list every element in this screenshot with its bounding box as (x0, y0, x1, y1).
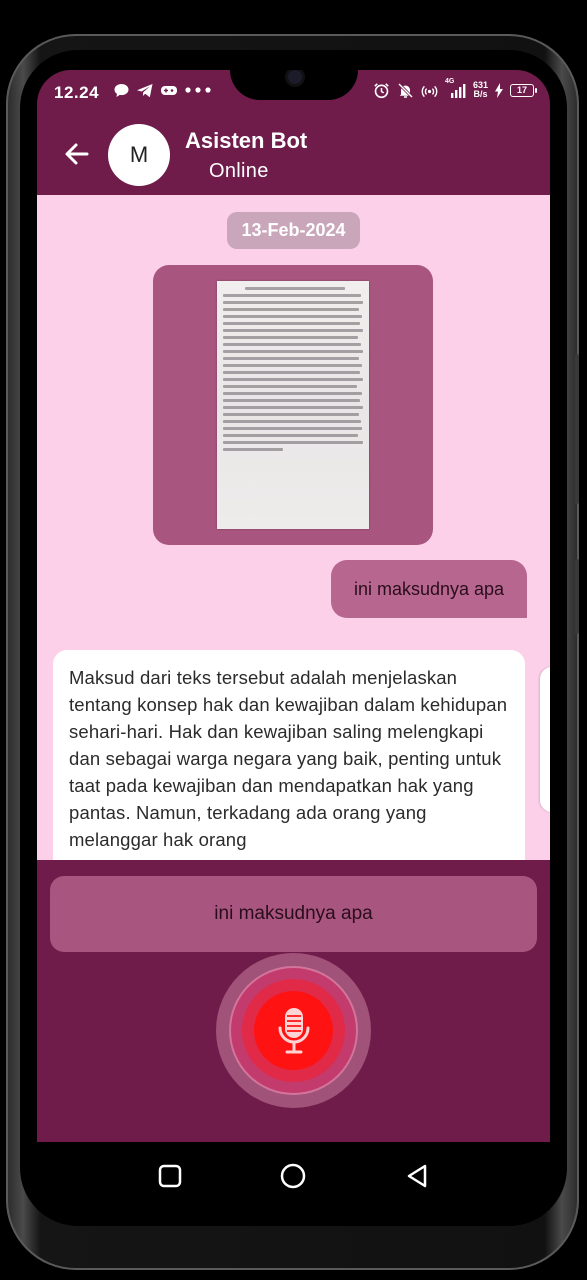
bot-status: Online (209, 160, 269, 182)
battery-indicator: 17 (510, 83, 537, 97)
chat-bubble-icon (112, 81, 130, 99)
gamepad-icon (160, 81, 178, 99)
microphone-icon (278, 1007, 309, 1053)
back-button[interactable] (61, 138, 93, 170)
back-nav-button[interactable] (401, 1160, 433, 1192)
mute-bell-icon (397, 81, 415, 99)
alarm-icon (373, 81, 391, 99)
telegram-icon (136, 81, 154, 99)
transcript-display[interactable]: ini maksudnya apa (50, 876, 537, 952)
bot-reply-text: Maksud dari teks tersebut adalah menjela… (69, 667, 508, 850)
date-separator: 13-Feb-2024 (227, 212, 360, 249)
recent-apps-button[interactable] (154, 1160, 186, 1192)
network-type: 4G (444, 78, 455, 85)
system-nav-bar (37, 1142, 550, 1210)
chat-header: M Asisten Bot Online (37, 116, 550, 195)
chat-area[interactable]: 13-Feb-2024 ini maksudnya apa Maksud dar… (37, 195, 550, 860)
voice-input-panel: ini maksudnya apa (37, 860, 550, 1142)
status-bar: 12.24 4G 631 B/s 17 (37, 70, 550, 116)
power-button (575, 559, 579, 634)
square-icon (158, 1164, 182, 1188)
camera-notch (230, 70, 358, 100)
signal-4g-icon: 4G (444, 78, 467, 99)
net-speed-unit: B/s (473, 89, 488, 99)
microphone-button[interactable] (254, 991, 333, 1070)
circle-icon (280, 1163, 306, 1189)
bot-name: Asisten Bot (185, 128, 308, 153)
avatar[interactable]: M (108, 124, 170, 186)
sent-message[interactable]: ini maksudnya apa (331, 560, 527, 618)
bot-reply-message[interactable]: Maksud dari teks tersebut adalah menjela… (53, 650, 525, 860)
photo-thumbnail[interactable] (217, 281, 369, 529)
hotspot-icon (421, 81, 439, 99)
scroll-edge-card (540, 667, 550, 812)
triangle-back-icon (407, 1164, 427, 1188)
notification-icons (112, 81, 212, 99)
more-dots-icon (184, 81, 212, 99)
home-button[interactable] (277, 1160, 309, 1192)
volume-button (575, 354, 579, 504)
back-arrow-icon (65, 143, 89, 165)
charging-icon (494, 81, 504, 99)
image-message[interactable] (153, 265, 433, 545)
net-speed: 631 B/s (473, 81, 488, 99)
front-camera (288, 70, 302, 84)
system-icons: 4G 631 B/s 17 (373, 78, 537, 99)
screen: 12.24 4G 631 B/s 17 M Asisten Bot Online… (37, 70, 550, 1210)
status-time: 12.24 (54, 83, 100, 102)
